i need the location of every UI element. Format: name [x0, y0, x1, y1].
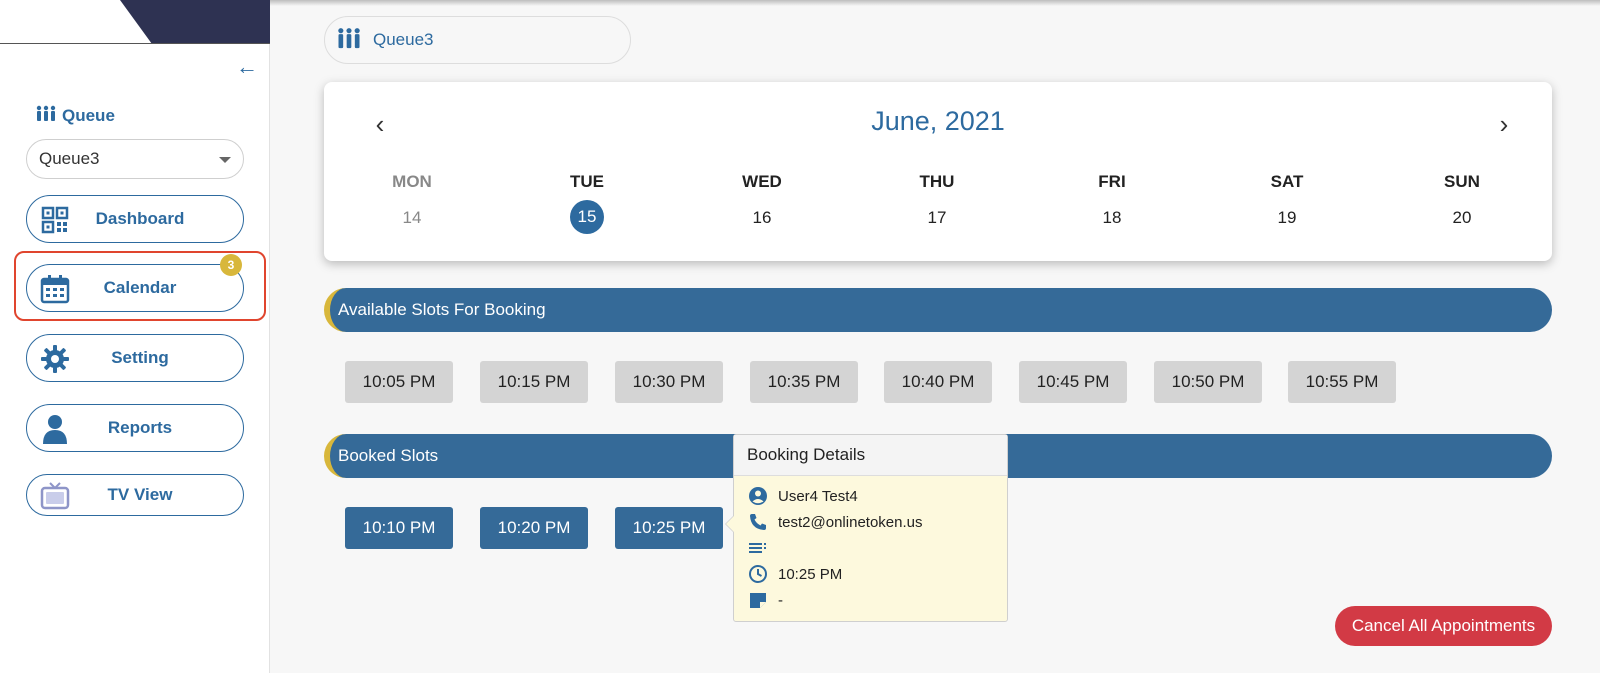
cancel-all-appointments-button[interactable]: Cancel All Appointments: [1335, 606, 1552, 646]
booking-contact: test2@onlinetoken.us: [778, 513, 923, 531]
day-name: TUE: [570, 172, 604, 191]
calendar-day-mon[interactable]: MON 14: [352, 172, 472, 242]
chevron-right-icon[interactable]: ›: [1492, 110, 1516, 138]
day-name: SUN: [1444, 172, 1480, 191]
phone-icon: [750, 514, 766, 530]
calendar-day-thu[interactable]: THU 17: [877, 172, 997, 242]
available-slot[interactable]: 10:15 PM: [480, 361, 588, 403]
nav-reports-button[interactable]: Reports: [26, 404, 244, 452]
nav-dashboard-button[interactable]: Dashboard: [26, 195, 244, 243]
booked-slot[interactable]: 10:25 PM: [615, 507, 723, 549]
nav-calendar-button[interactable]: Calendar: [26, 264, 244, 312]
nav-setting-label: Setting: [111, 348, 169, 367]
booked-slot[interactable]: 10:20 PM: [480, 507, 588, 549]
people-queue-icon: [36, 105, 56, 121]
booking-memo-row: -: [748, 589, 783, 611]
booking-contact-row: test2@onlinetoken.us: [748, 511, 923, 533]
day-number: 17: [927, 208, 947, 227]
day-name: MON: [392, 172, 432, 191]
available-slot[interactable]: 10:30 PM: [615, 361, 723, 403]
queue-chip[interactable]: Queue3: [324, 16, 631, 64]
queue-select-value: Queue3: [39, 149, 100, 168]
nav-calendar-label: Calendar: [103, 278, 177, 297]
nav-reports-label: Reports: [107, 418, 173, 437]
logo-bar: [0, 0, 270, 44]
calendar-day-tue[interactable]: TUE 15: [527, 172, 647, 234]
booking-time-row: 10:25 PM: [748, 563, 842, 585]
notes-list-icon: [749, 543, 766, 553]
available-slot[interactable]: 10:45 PM: [1019, 361, 1127, 403]
collapse-sidebar-arrow-icon[interactable]: ←: [236, 56, 262, 78]
available-slot[interactable]: 10:40 PM: [884, 361, 992, 403]
queue-label: Queue: [34, 104, 115, 128]
people-queue-icon: [338, 28, 360, 49]
available-slot[interactable]: 10:55 PM: [1288, 361, 1396, 403]
queue-chip-label: Queue3: [373, 30, 434, 49]
day-number: 16: [752, 208, 772, 227]
booking-memo: -: [778, 591, 783, 609]
day-name: FRI: [1098, 172, 1126, 191]
clock-icon: [749, 565, 767, 583]
calendar-month-title: June, 2021: [871, 106, 1005, 136]
calendar-day-wed[interactable]: WED 16: [702, 172, 822, 242]
calendar-day-sat[interactable]: SAT 19: [1227, 172, 1347, 242]
available-slot[interactable]: 10:05 PM: [345, 361, 453, 403]
selected-day-number: 15: [570, 200, 604, 234]
day-name: THU: [919, 172, 955, 191]
chevron-down-icon: [219, 157, 231, 163]
header-shadow: [270, 0, 1600, 6]
day-number: 18: [1102, 208, 1122, 227]
nav-dashboard-label: Dashboard: [95, 209, 185, 228]
nav-tv-view-label: TV View: [107, 485, 173, 504]
booking-name-row: User4 Test4: [748, 485, 858, 507]
calendar-day-fri[interactable]: FRI 18: [1052, 172, 1172, 242]
nav-tv-view-button[interactable]: TV View: [26, 474, 244, 516]
week-calendar: ‹ June, 2021 › MON 14 TUE 15 WED 16 THU …: [324, 82, 1552, 261]
day-number: 20: [1452, 208, 1472, 227]
queue-label-text: Queue: [62, 106, 115, 125]
sidebar: ← Queue Queue3 Dashboard Calendar 3 Sett…: [0, 0, 270, 673]
day-name: WED: [742, 172, 782, 191]
booking-time: 10:25 PM: [778, 565, 843, 583]
logo-shape: [120, 0, 270, 43]
day-name: SAT: [1270, 172, 1304, 191]
note-icon: [750, 593, 766, 608]
calendar-count-badge: 3: [220, 254, 242, 276]
booking-name: User4 Test4: [778, 487, 858, 505]
calendar-day-sun[interactable]: SUN 20: [1402, 172, 1522, 242]
available-slot[interactable]: 10:35 PM: [750, 361, 858, 403]
day-number: 19: [1277, 208, 1297, 227]
booking-notes-row: [748, 537, 778, 559]
popover-arrow-fill: [726, 515, 735, 533]
available-slot[interactable]: 10:50 PM: [1154, 361, 1262, 403]
booked-slot[interactable]: 10:10 PM: [345, 507, 453, 549]
account-circle-icon: [749, 487, 767, 505]
queue-select[interactable]: Queue3: [26, 139, 244, 179]
popover-title: Booking Details: [734, 435, 1007, 476]
available-slots-header: Available Slots For Booking: [324, 288, 1552, 332]
booking-details-popover: Booking Details User4 Test4 test2@online…: [725, 434, 1008, 622]
nav-setting-button[interactable]: Setting: [26, 334, 244, 382]
day-number: 14: [402, 208, 422, 227]
